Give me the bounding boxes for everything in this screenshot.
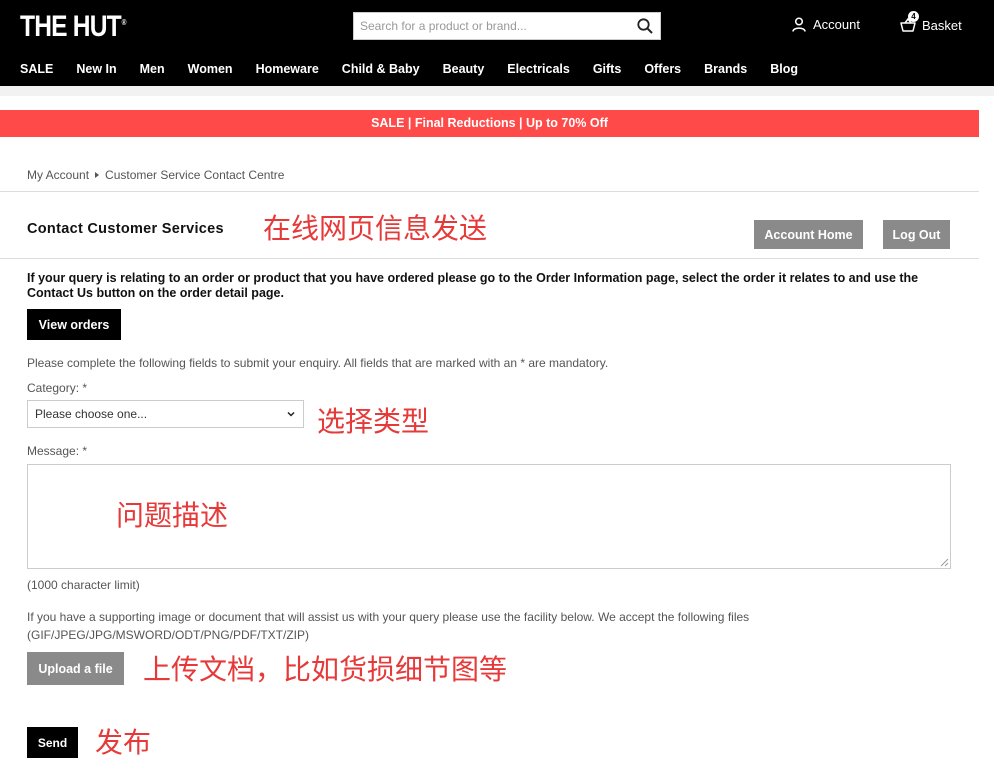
character-limit-note: (1000 character limit) [27,578,140,592]
account-link[interactable]: Account [792,17,860,32]
breadcrumb-separator-icon [95,172,100,178]
basket-link[interactable]: 4 Basket [900,11,962,33]
logout-button[interactable]: Log Out [883,220,950,249]
category-select[interactable]: Please choose one... [27,400,304,428]
breadcrumb-contact-centre[interactable]: Customer Service Contact Centre [105,168,284,182]
nav-item-blog[interactable]: Blog [770,62,798,76]
nav-item-new-in[interactable]: New In [76,62,116,76]
divider [0,258,979,259]
resize-grip-icon[interactable] [939,557,949,567]
category-label: Category: * [27,381,88,395]
basket-icon: 4 [900,11,919,33]
account-home-button[interactable]: Account Home [754,220,863,249]
nav-item-women[interactable]: Women [188,62,233,76]
divider [0,191,979,192]
logo-registered-mark: ® [121,18,127,27]
annotation-choose-type: 选择类型 [317,405,430,438]
nav-item-offers[interactable]: Offers [644,62,681,76]
account-label: Account [813,17,860,32]
nav-item-men[interactable]: Men [140,62,165,76]
view-orders-button[interactable]: View orders [27,309,121,340]
sale-banner[interactable]: SALE | Final Reductions | Up to 70% Off [0,110,979,137]
site-header: THE HUT® Account 4 Basket SALE New In Me… [0,0,994,86]
site-logo[interactable]: THE HUT® [20,10,127,44]
form-instructions: Please complete the following fields to … [27,356,609,370]
upload-info-text: If you have a supporting image or docume… [27,610,750,624]
search-box [353,12,661,40]
message-label: Message: * [27,444,88,458]
send-button[interactable]: Send [27,727,78,758]
order-query-notice: If your query is relating to an order or… [27,271,919,300]
basket-count-badge: 4 [908,11,919,22]
main-nav: SALE New In Men Women Homeware Child & B… [20,62,821,76]
annotation-upload-docs: 上传文档，比如货损细节图等 [143,653,508,686]
basket-label: Basket [922,17,962,33]
breadcrumb: My Account Customer Service Contact Cent… [27,168,284,182]
nav-item-brands[interactable]: Brands [704,62,747,76]
nav-item-sale[interactable]: SALE [20,62,53,76]
header-divider-strip [0,86,994,96]
nav-item-gifts[interactable]: Gifts [593,62,621,76]
search-icon[interactable] [636,17,654,35]
nav-item-beauty[interactable]: Beauty [443,62,485,76]
annotation-describe-problem: 问题描述 [116,499,229,532]
category-selected-value: Please choose one... [35,407,148,421]
nav-item-electricals[interactable]: Electricals [507,62,570,76]
page-title: Contact Customer Services [27,221,224,237]
annotation-publish: 发布 [95,726,152,759]
annotation-online-message: 在线网页信息发送 [263,212,488,245]
nav-item-child-baby[interactable]: Child & Baby [342,62,420,76]
nav-item-homeware[interactable]: Homeware [256,62,319,76]
search-input[interactable] [354,13,624,39]
accepted-file-types: (GIF/JPEG/JPG/MSWORD/ODT/PNG/PDF/TXT/ZIP… [27,628,309,642]
logo-text: THE HUT [20,10,122,43]
chevron-down-icon [287,411,295,417]
breadcrumb-my-account[interactable]: My Account [27,168,89,182]
user-icon [792,17,806,32]
upload-file-button[interactable]: Upload a file [27,652,124,685]
